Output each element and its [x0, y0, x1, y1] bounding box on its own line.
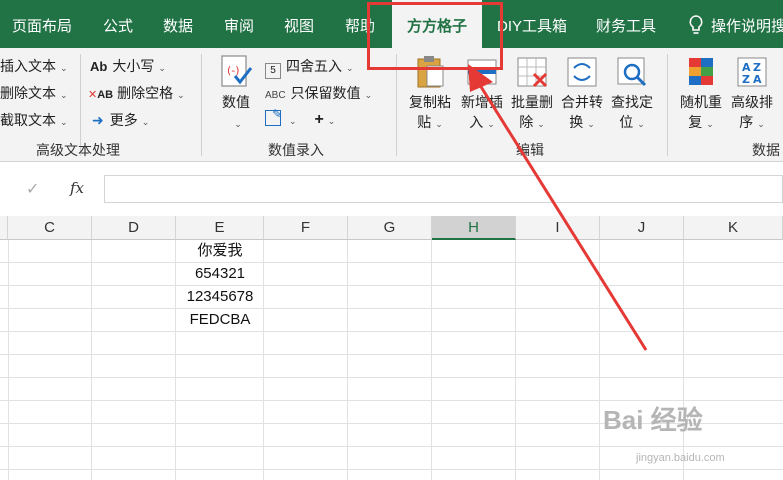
baidu-watermark-url: jingyan.baidu.com [636, 452, 725, 464]
baidu-watermark: Bai 经验 [603, 405, 703, 435]
